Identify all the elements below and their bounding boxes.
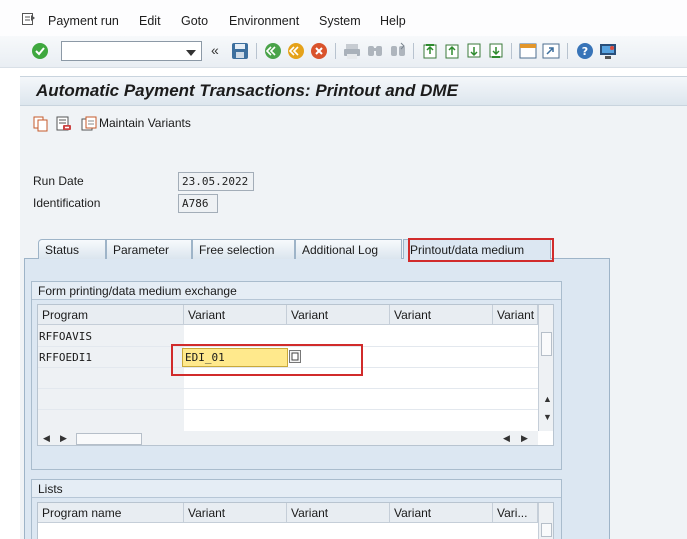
- scroll-right-icon[interactable]: ▶: [60, 433, 67, 444]
- last-page-icon[interactable]: [487, 42, 505, 60]
- copy-icon[interactable]: [33, 116, 49, 135]
- column-header-variant-3[interactable]: Variant: [390, 503, 493, 523]
- new-session-icon[interactable]: [519, 42, 537, 60]
- back-icon[interactable]: [264, 42, 282, 60]
- shortcut-icon[interactable]: [542, 42, 560, 60]
- column-header-variant-3[interactable]: Variant: [390, 305, 493, 325]
- title-bar: Automatic Payment Transactions: Printout…: [20, 76, 687, 106]
- cancel-icon[interactable]: [310, 42, 328, 60]
- menu-payment-run[interactable]: Payment run: [48, 14, 119, 28]
- column-header-variant-4[interactable]: Vari...: [493, 503, 538, 523]
- column-header-variant-1[interactable]: Variant: [184, 503, 287, 523]
- lists-title: Lists: [32, 480, 561, 498]
- horizontal-scroll-thumb[interactable]: [76, 433, 142, 445]
- next-page-icon[interactable]: [465, 42, 483, 60]
- scroll-left-icon[interactable]: ◀: [43, 433, 50, 444]
- column-header-variant-2[interactable]: Variant: [287, 503, 390, 523]
- save-icon[interactable]: [231, 42, 249, 60]
- scroll-right-icon[interactable]: ▶: [521, 433, 528, 444]
- lists-vertical-scrollbar[interactable]: [538, 503, 553, 539]
- tab-parameter[interactable]: Parameter: [106, 239, 192, 259]
- table-row-program: RFFOEDI1: [39, 351, 92, 364]
- table-vertical-scrollbar[interactable]: ▲ ▼: [538, 305, 553, 431]
- variant-highlight-box: [171, 344, 363, 376]
- column-header-program-name[interactable]: Program name: [38, 503, 184, 523]
- identification-field[interactable]: A786: [178, 194, 218, 213]
- run-date-field[interactable]: 23.05.2022: [178, 172, 254, 191]
- back-arrows-icon[interactable]: «: [211, 42, 219, 58]
- menu-system[interactable]: System: [319, 14, 361, 28]
- command-dropdown-icon[interactable]: [186, 46, 196, 60]
- column-header-variant-1[interactable]: Variant: [184, 305, 287, 325]
- menu-environment[interactable]: Environment: [229, 14, 299, 28]
- variants-icon: [81, 116, 97, 135]
- delete-icon[interactable]: [56, 116, 72, 135]
- menu-edit[interactable]: Edit: [139, 14, 161, 28]
- column-header-variant-2[interactable]: Variant: [287, 305, 390, 325]
- application-toolbar: Maintain Variants: [20, 106, 687, 142]
- exit-icon[interactable]: [287, 42, 305, 60]
- previous-page-icon[interactable]: [443, 42, 461, 60]
- menu-icon[interactable]: [22, 13, 36, 25]
- command-field[interactable]: [61, 41, 202, 61]
- menu-help[interactable]: Help: [380, 14, 406, 28]
- table-row-program: RFFOAVIS: [39, 330, 92, 343]
- standard-toolbar: « ?: [0, 36, 687, 68]
- find-next-icon[interactable]: [389, 42, 407, 60]
- column-header-variant-4[interactable]: Variant: [493, 305, 538, 325]
- layout-icon[interactable]: [599, 42, 617, 60]
- scroll-up-icon[interactable]: ▲: [543, 394, 552, 404]
- table-horizontal-scrollbar[interactable]: ◀ ▶ ◀ ▶: [38, 431, 538, 445]
- menu-goto[interactable]: Goto: [181, 14, 208, 28]
- tab-status[interactable]: Status: [38, 239, 106, 259]
- menu-bar: Payment run Edit Goto Environment System…: [0, 0, 687, 36]
- identification-label: Identification: [33, 196, 101, 210]
- help-icon[interactable]: ?: [576, 42, 594, 60]
- scroll-down-icon[interactable]: ▼: [543, 412, 552, 422]
- vertical-scroll-thumb[interactable]: [541, 332, 552, 356]
- lists-table: Program name Variant Variant Variant Var…: [37, 502, 554, 539]
- tab-free-selection[interactable]: Free selection: [192, 239, 295, 259]
- find-icon[interactable]: [366, 42, 384, 60]
- page-title: Automatic Payment Transactions: Printout…: [36, 81, 458, 100]
- svg-text:?: ?: [582, 45, 588, 58]
- column-header-program[interactable]: Program: [38, 305, 184, 325]
- print-icon[interactable]: [343, 42, 361, 60]
- maintain-variants-label: Maintain Variants: [99, 116, 191, 130]
- tab-additional-log[interactable]: Additional Log: [295, 239, 402, 259]
- first-page-icon[interactable]: [421, 42, 439, 60]
- vertical-scroll-thumb[interactable]: [541, 523, 552, 537]
- run-date-label: Run Date: [33, 174, 84, 188]
- form-printing-title: Form printing/data medium exchange: [32, 282, 561, 300]
- tab-highlight-box: [408, 238, 554, 262]
- enter-icon[interactable]: [31, 42, 49, 60]
- scroll-left-icon[interactable]: ◀: [503, 433, 510, 444]
